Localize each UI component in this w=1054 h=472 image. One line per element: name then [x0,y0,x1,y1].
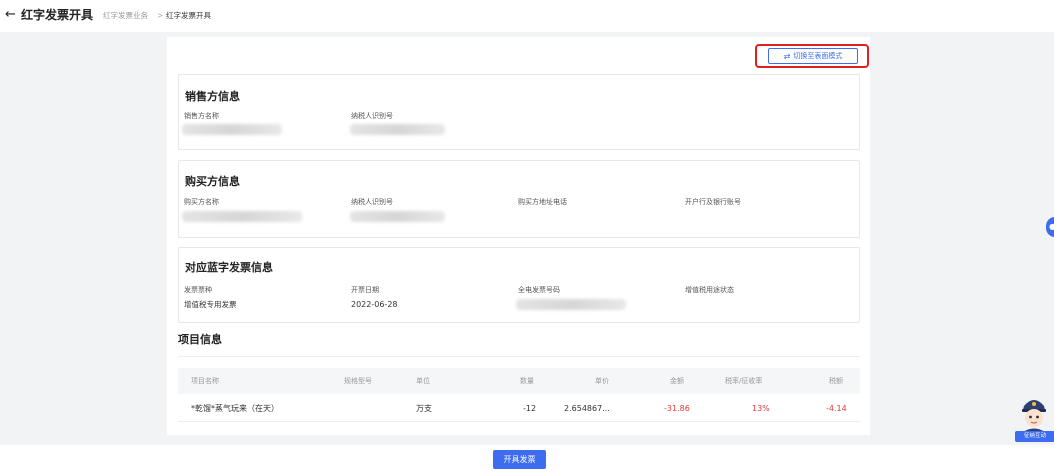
column-amount: 金额 [670,377,684,385]
buyer-name-value-redacted [182,211,302,222]
column-unit-price: 单价 [595,377,609,385]
seller-name-label: 销售方名称 [184,112,219,120]
invoice-type-label: 发票票种 [184,286,212,294]
row-tax-rate: 13% [752,404,770,413]
breadcrumb-separator-icon: > [157,11,164,20]
assistant-label[interactable]: 征纳互动 [1015,431,1054,442]
breadcrumb-item-red-invoice-business[interactable]: 红字发票业务 [103,11,148,20]
e-invoice-number-label: 全电发票号码 [518,286,560,294]
column-tax-amount: 税额 [829,377,843,385]
seller-info-title: 销售方信息 [185,90,240,103]
buyer-info-title: 购买方信息 [185,175,240,188]
vat-usage-status-label: 增值税用途状态 [685,286,734,294]
buyer-tax-id-label: 纳税人识别号 [351,198,393,206]
seller-tax-id-value-redacted [350,124,445,135]
seller-name-value-redacted [182,124,282,135]
row-amount: -31.86 [664,404,690,413]
column-unit: 单位 [416,377,430,385]
items-section-divider [178,356,860,357]
issue-date-value: 2022-06-28 [351,300,398,309]
switch-mode-label: 切换至表面模式 [793,52,843,60]
seller-tax-id-label: 纳税人识别号 [351,112,393,120]
row-tax-amount: -4.14 [826,404,847,413]
buyer-bank-account-label: 开户行及银行账号 [685,198,741,206]
e-invoice-number-value-redacted [516,299,626,310]
column-spec-model: 规格型号 [344,377,372,385]
invoice-type-value: 增值税专用发票 [184,300,237,309]
buyer-tax-id-value-redacted [350,211,445,222]
column-quantity: 数量 [520,377,534,385]
switch-mode-button[interactable]: ⇄ 切换至表面模式 [768,48,858,64]
blue-invoice-info-title: 对应蓝字发票信息 [185,261,273,274]
buyer-name-label: 购买方名称 [184,198,219,206]
seller-info-card: 销售方信息 [178,74,860,150]
chat-bubble-icon[interactable]: ● [1046,217,1054,237]
arrow-left-icon[interactable]: ← [5,7,16,23]
row-unit-price: 2.654867... [564,404,610,413]
row-item-name: *乾馏*蒸气玩来（在天） [191,404,279,413]
buyer-address-phone-label: 购买方地址电话 [518,198,567,206]
row-unit: 万支 [416,404,432,413]
issue-invoice-button[interactable]: 开具发票 [493,450,546,469]
breadcrumb-item-current: 红字发票开具 [166,11,211,20]
column-tax-rate: 税率/征收率 [725,377,763,385]
items-section-title: 项目信息 [178,333,222,346]
blue-invoice-info-card: 对应蓝字发票信息 [178,247,860,323]
issue-date-label: 开票日期 [351,286,379,294]
swap-arrows-icon: ⇄ [783,51,791,61]
page-title: 红字发票开具 [21,8,94,22]
row-quantity: -12 [523,404,537,413]
column-item-name: 项目名称 [191,377,219,385]
